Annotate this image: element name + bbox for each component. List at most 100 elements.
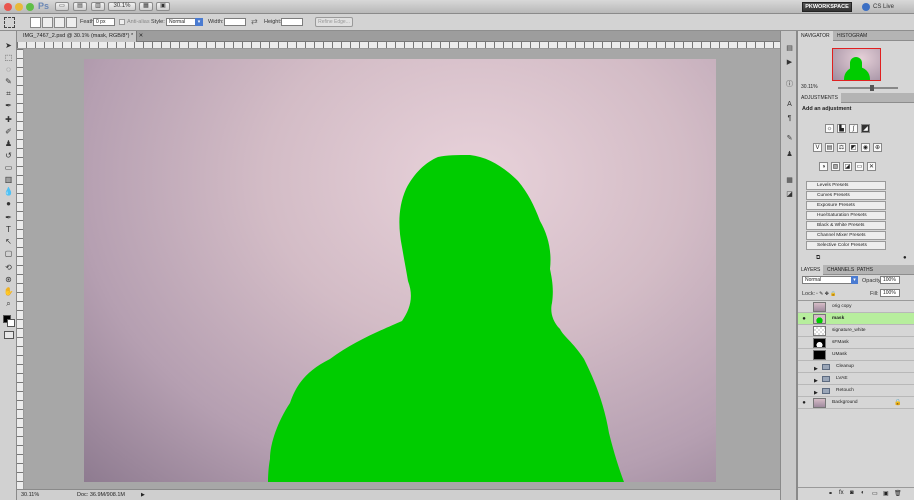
preset-item[interactable]: Hue/Saturation Presets (806, 211, 886, 220)
screen-mode-icon[interactable]: ▣ (156, 2, 170, 11)
character-panel-icon[interactable]: A (785, 101, 794, 109)
hand-tool-icon[interactable]: ✋ (3, 287, 14, 297)
intersect-selection-icon[interactable] (66, 17, 77, 28)
eye-icon[interactable]: ● (800, 315, 808, 323)
clone-source-panel-icon[interactable]: ♟ (785, 151, 794, 159)
clip-to-layer-icon[interactable]: ⧉ (816, 255, 820, 262)
feather-input[interactable]: 0 px (93, 18, 115, 26)
pen-tool-icon[interactable]: ✒ (3, 213, 14, 223)
preset-item[interactable]: Levels Presets (806, 181, 886, 190)
lock-icons[interactable]: ▫ ✎ ✥ 🔒 (816, 291, 837, 297)
gradient-tool-icon[interactable]: ▥ (3, 175, 14, 185)
lasso-tool-icon[interactable]: ◌ (3, 65, 14, 75)
dodge-tool-icon[interactable]: ● (3, 199, 14, 209)
close-tab-icon[interactable]: ✕ (139, 33, 144, 39)
tab-paths[interactable]: PATHS (854, 265, 876, 275)
marquee-tool-icon[interactable] (4, 17, 15, 28)
visibility-toggle[interactable] (800, 375, 808, 383)
tab-layers[interactable]: LAYERS (798, 265, 824, 275)
black-white-icon[interactable]: ◩ (849, 143, 858, 152)
visibility-toggle[interactable] (800, 339, 808, 347)
status-zoom[interactable]: 30.11% (21, 490, 39, 500)
brushes-panel-icon[interactable]: ✎ (785, 135, 794, 143)
eraser-tool-icon[interactable]: ▭ (3, 163, 14, 173)
status-arrow-icon[interactable]: ▶ (141, 492, 147, 498)
refine-edge-button[interactable]: Refine Edge... (315, 17, 353, 27)
layer-row[interactable]: orig copy (798, 301, 914, 313)
horizontal-ruler[interactable] (17, 42, 780, 49)
move-tool-icon[interactable]: ➤ (3, 41, 14, 51)
posterize-icon[interactable]: ▧ (831, 162, 840, 171)
selective-color-icon[interactable]: ✕ (867, 162, 876, 171)
type-tool-icon[interactable]: T (3, 225, 14, 235)
preset-item[interactable]: Selective Color Presets (806, 241, 886, 250)
gradient-map-icon[interactable]: ▭ (855, 162, 864, 171)
threshold-icon[interactable]: ◪ (843, 162, 852, 171)
layer-row[interactable]: UMask (798, 349, 914, 361)
shape-tool-icon[interactable]: ▢ (3, 249, 14, 259)
exposure-icon[interactable]: ◢ (861, 124, 870, 133)
subtract-selection-icon[interactable] (54, 17, 65, 28)
close-window-button[interactable] (4, 3, 12, 11)
eye-icon[interactable]: ● (800, 399, 808, 407)
vertical-ruler[interactable] (17, 49, 24, 489)
styles-panel-icon[interactable]: ◪ (785, 191, 794, 199)
photo-filter-icon[interactable]: ◉ (861, 143, 870, 152)
chevron-down-icon[interactable]: ▾ (195, 18, 203, 26)
clone-stamp-tool-icon[interactable]: ♟ (3, 139, 14, 149)
layer-row[interactable]: ● Background 🔒 (798, 397, 914, 409)
visibility-toggle[interactable] (800, 327, 808, 335)
curves-icon[interactable]: ∫ (849, 124, 858, 133)
visibility-toggle[interactable] (800, 363, 808, 371)
new-layer-icon[interactable]: ▣ (883, 490, 889, 497)
blend-mode-select[interactable]: Normal (802, 276, 858, 284)
adjustment-options-icon[interactable]: ● (903, 255, 907, 261)
add-mask-icon[interactable]: ◙ (850, 490, 854, 496)
3d-orbit-tool-icon[interactable]: ⊛ (3, 275, 14, 285)
actions-panel-icon[interactable]: ▶ (785, 59, 794, 67)
color-balance-icon[interactable]: ⚖ (837, 143, 846, 152)
tab-histogram[interactable]: HISTOGRAM (834, 31, 870, 41)
layer-row[interactable]: sFMask (798, 337, 914, 349)
document-tab[interactable]: IMG_7467_2.psd @ 30.1% (mask, RGB/8*) * … (17, 31, 143, 42)
new-selection-icon[interactable] (30, 17, 41, 28)
link-layers-icon[interactable]: ⚭ (828, 490, 833, 497)
tab-navigator[interactable]: NAVIGATOR (798, 31, 833, 41)
quick-mask-icon[interactable] (4, 331, 14, 339)
hand-view-icon[interactable]: ▥ (91, 2, 105, 11)
brush-tool-icon[interactable]: ✐ (3, 127, 14, 137)
document-canvas[interactable] (84, 59, 716, 482)
add-selection-icon[interactable] (42, 17, 53, 28)
width-input[interactable] (224, 18, 246, 26)
new-group-icon[interactable]: ▭ (872, 490, 878, 497)
brightness-contrast-icon[interactable]: ☼ (825, 124, 834, 133)
layer-row[interactable]: ▶ Cleanup (798, 361, 914, 373)
layer-row[interactable]: ▶ LVAE (798, 373, 914, 385)
eyedropper-tool-icon[interactable]: ✒ (3, 101, 14, 111)
visibility-toggle[interactable] (800, 351, 808, 359)
navigator-zoom-handle[interactable] (870, 85, 874, 91)
new-adjustment-icon[interactable]: ◐ (861, 490, 865, 496)
trash-icon[interactable]: 🗑 (894, 490, 902, 497)
path-select-tool-icon[interactable]: ↖ (3, 237, 14, 247)
preset-item[interactable]: Channel Mixer Presets (806, 231, 886, 240)
background-color-swatch[interactable] (7, 319, 15, 327)
healing-tool-icon[interactable]: ✚ (3, 115, 14, 125)
opacity-input[interactable]: 100% (880, 276, 900, 284)
navigator-preview[interactable] (832, 48, 881, 81)
invert-icon[interactable]: ◑ (819, 162, 828, 171)
blur-tool-icon[interactable]: 💧 (3, 187, 14, 197)
hue-saturation-icon[interactable]: ▤ (825, 143, 834, 152)
layer-row[interactable]: signature_white (798, 325, 914, 337)
navigator-zoom[interactable]: 30.11% (801, 84, 818, 90)
paragraph-panel-icon[interactable]: ¶ (785, 115, 794, 123)
mini-bridge-icon[interactable]: ▤ (73, 2, 87, 11)
arrange-documents-icon[interactable]: ▦ (139, 2, 153, 11)
swap-icon[interactable]: ⇄ (251, 17, 258, 26)
crop-tool-icon[interactable]: ⌗ (3, 89, 14, 99)
zoom-tool-icon[interactable]: ⌕ (3, 299, 14, 309)
antialias-checkbox[interactable] (119, 19, 125, 25)
minimize-window-button[interactable] (15, 3, 23, 11)
preset-item[interactable]: Exposure Presets (806, 201, 886, 210)
fill-input[interactable]: 100% (880, 289, 900, 297)
